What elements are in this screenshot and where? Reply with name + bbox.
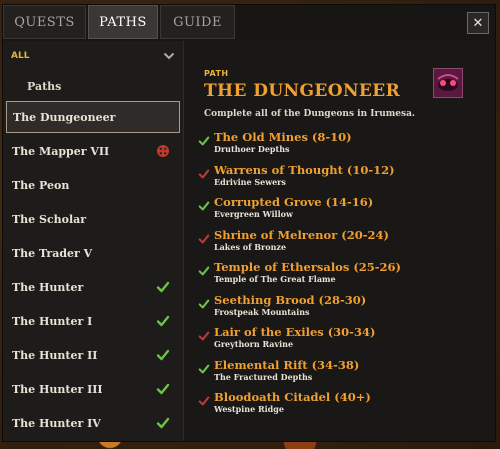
section-heading-paths: Paths xyxy=(27,79,62,93)
sidebar-item[interactable]: The Mapper VII xyxy=(6,135,180,167)
tab-bar: QUESTS PATHS GUIDE xyxy=(3,5,495,41)
dungeon-location: Greythorn Ravine xyxy=(214,339,294,349)
dungeon-entry: Shrine of Melrenor (20-24) Lakes of Bronz… xyxy=(196,228,476,261)
paths-window: QUESTS PATHS GUIDE ✕ ALL Paths The Dunge… xyxy=(2,4,496,442)
dungeon-name: Seething Brood (28-30) xyxy=(214,292,367,307)
checkmark-icon xyxy=(156,280,170,294)
checkmark-icon xyxy=(156,382,170,396)
paths-list: The Dungeoneer The Mapper VII The Peon The … xyxy=(3,101,183,439)
dungeon-entry: Lair of the Exiles (30-34) Greythorn Ravi… xyxy=(196,325,476,358)
dungeon-entry: Corrupted Grove (14-16) Evergreen Willow xyxy=(196,195,476,228)
dungeon-name: The Old Mines (8-10) xyxy=(214,130,352,144)
dungeon-name: Corrupted Grove (14-16) xyxy=(214,195,374,209)
dungeon-entry: Seething Brood (28-30) Frostpeak Mountain… xyxy=(196,293,476,326)
sidebar-item[interactable]: The Hunter III xyxy=(6,373,180,405)
dungeon-name: Shrine of Melrenor (20-24) xyxy=(214,227,389,242)
dungeon-entry: The Old Mines (8-10) Druthoer Depths xyxy=(196,130,476,163)
dungeon-name: Bloodoath Citadel (40+) xyxy=(214,390,371,404)
checkmark-icon xyxy=(198,295,210,308)
sidebar-item[interactable]: The Hunter I xyxy=(6,305,180,337)
path-title: THE DUNGEONEER xyxy=(204,81,401,101)
checkmark-icon xyxy=(198,360,210,373)
sidebar-item[interactable]: The Peon xyxy=(6,169,180,201)
dungeon-entry: Elemental Rift (34-38) The Fractured Dept… xyxy=(196,358,476,391)
dungeon-entry: Temple of Ethersalos (25-26) Temple of Th… xyxy=(196,260,476,293)
incomplete-checkmark-icon xyxy=(198,230,210,243)
sidebar-item-label: The Hunter II xyxy=(12,348,98,362)
dungeon-location: Lakes of Bronze xyxy=(214,241,287,252)
chevron-down-icon xyxy=(163,52,175,60)
dungeon-location: Edrivine Sewers xyxy=(214,176,286,187)
close-button[interactable]: ✕ xyxy=(467,12,489,34)
checkmark-icon xyxy=(198,197,210,211)
dungeon-location: Evergreen Willow xyxy=(214,209,293,219)
filter-label: ALL xyxy=(11,51,30,61)
dungeon-name: Temple of Ethersalos (25-26) xyxy=(214,260,401,274)
checkmark-icon xyxy=(156,314,170,328)
dungeon-name: Elemental Rift (34-38) xyxy=(214,357,360,372)
dungeon-location: Westpine Ridge xyxy=(214,404,284,414)
sidebar-item[interactable]: The Scholar xyxy=(6,203,180,235)
sidebar-item-label: The Mapper VII xyxy=(12,144,110,158)
dungeon-location: Frostpeak Mountains xyxy=(214,306,310,317)
checkmark-icon xyxy=(156,348,170,362)
sidebar-item-label: The Scholar xyxy=(12,212,87,226)
sidebar-item-label: The Dungeoneer xyxy=(13,110,116,124)
dungeon-location: Druthoer Depths xyxy=(214,144,290,154)
dungeon-location: Temple of The Great Flame xyxy=(214,274,336,284)
incomplete-checkmark-icon xyxy=(198,165,210,178)
incomplete-checkmark-icon xyxy=(198,327,210,341)
filter-dropdown[interactable]: ALL xyxy=(3,41,183,71)
tab-guide[interactable]: GUIDE xyxy=(160,5,235,39)
dungeon-entry: Bloodoath Citadel (40+) Westpine Ridge xyxy=(196,390,476,423)
sidebar-item-label: The Trader V xyxy=(12,246,93,260)
sidebar-item-label: The Hunter I xyxy=(12,314,93,328)
sidebar-item-label: The Peon xyxy=(12,178,70,192)
dungeon-entry: Warrens of Thought (10-12) Edrivine Sewer… xyxy=(196,163,476,196)
path-detail: PATH THE DUNGEONEER Complete all of the … xyxy=(184,41,495,441)
sidebar-item[interactable]: The Dungeoneer xyxy=(6,101,180,133)
sidebar-item[interactable]: The Hunter II xyxy=(6,339,180,371)
close-icon: ✕ xyxy=(472,15,484,31)
dungeon-list: The Old Mines (8-10) Druthoer Depths Warre… xyxy=(196,130,476,423)
checkmark-icon xyxy=(198,132,210,146)
tab-paths[interactable]: PATHS xyxy=(88,5,158,39)
sidebar-item-label: The Hunter xyxy=(12,280,84,294)
in-progress-icon xyxy=(156,144,170,158)
sidebar-item[interactable]: The Trader V xyxy=(6,237,180,269)
checkmark-icon xyxy=(198,262,210,276)
dungeon-creature-icon xyxy=(433,68,463,98)
checkmark-icon xyxy=(156,416,170,430)
paths-sidebar: ALL Paths The Dungeoneer The Mapper VII Th… xyxy=(3,41,184,441)
dungeon-location: The Fractured Depths xyxy=(214,371,313,382)
dungeon-name: Warrens of Thought (10-12) xyxy=(214,162,395,177)
dungeon-name: Lair of the Exiles (30-34) xyxy=(214,325,376,339)
path-description: Complete all of the Dungeons in Irumesa. xyxy=(204,109,416,119)
incomplete-checkmark-icon xyxy=(198,392,210,406)
sidebar-item[interactable]: The Hunter xyxy=(6,271,180,303)
sidebar-item-label: The Hunter IV xyxy=(12,416,101,430)
sidebar-item[interactable]: The Hunter IV xyxy=(6,407,180,439)
path-label: PATH xyxy=(204,69,229,78)
sidebar-item-label: The Hunter III xyxy=(12,382,103,396)
tab-quests[interactable]: QUESTS xyxy=(3,5,86,39)
